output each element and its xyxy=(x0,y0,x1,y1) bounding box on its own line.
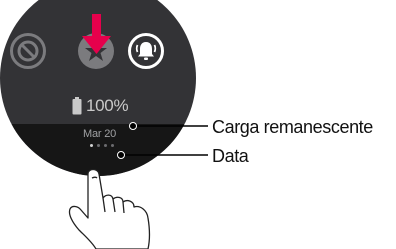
do-not-disturb-button[interactable] xyxy=(10,33,46,69)
page-dot xyxy=(111,144,114,147)
page-dot xyxy=(90,144,93,147)
date-text: Mar 20 xyxy=(83,128,117,140)
battery-status: 100% xyxy=(72,96,129,116)
alerts-button[interactable] xyxy=(128,33,164,69)
bell-alerts-icon xyxy=(135,42,157,60)
battery-percentage: 100% xyxy=(86,96,129,115)
pointing-hand-icon xyxy=(68,168,151,249)
battery-callout-label: Carga remanescente xyxy=(212,117,373,137)
page-dot xyxy=(97,144,100,147)
star-icon xyxy=(85,40,107,61)
page-dot xyxy=(104,144,107,147)
watch-screen: 100% Mar 20 xyxy=(0,0,196,176)
date-callout-label: Data xyxy=(212,146,249,166)
battery-icon xyxy=(72,97,82,115)
priority-button[interactable] xyxy=(78,33,114,69)
do-not-disturb-icon xyxy=(17,40,39,62)
page-indicator xyxy=(90,144,114,147)
